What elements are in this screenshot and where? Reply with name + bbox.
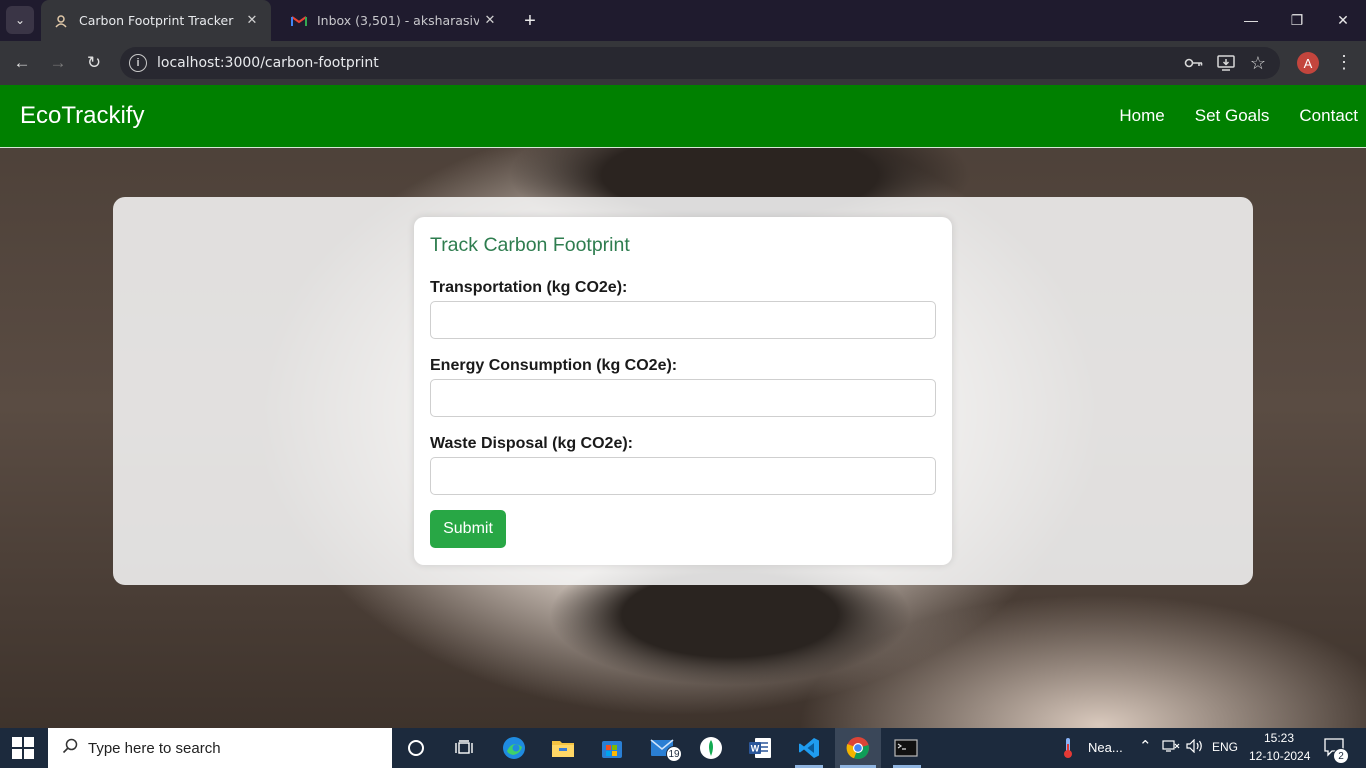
reload-icon[interactable]: ↻ xyxy=(80,49,108,77)
submit-button[interactable]: Submit xyxy=(430,510,506,548)
install-app-icon[interactable] xyxy=(1214,51,1238,75)
bookmark-star-icon[interactable]: ☆ xyxy=(1246,51,1270,75)
transportation-label: Transportation (kg CO2e): xyxy=(430,279,628,296)
tab-carbon-footprint-tracker[interactable]: Carbon Footprint Tracker ✕ xyxy=(41,0,271,41)
windows-start-icon[interactable] xyxy=(12,737,36,759)
weather-thermometer-icon[interactable] xyxy=(1053,734,1083,762)
person-favicon-icon xyxy=(53,13,69,29)
site-navbar: EcoTrackify Home Set Goals Contact xyxy=(0,85,1366,148)
tab-close-icon[interactable]: ✕ xyxy=(241,13,263,28)
cortana-icon[interactable] xyxy=(401,734,431,762)
key-icon[interactable] xyxy=(1182,51,1206,75)
show-hidden-icons-chevron-up-icon[interactable]: ⌃ xyxy=(1139,737,1152,755)
microsoft-store-icon[interactable] xyxy=(597,734,627,762)
notification-count-badge: 2 xyxy=(1333,748,1349,764)
minimize-icon[interactable]: — xyxy=(1236,6,1266,34)
edge-browser-icon[interactable] xyxy=(499,734,529,762)
gmail-icon xyxy=(291,13,307,29)
browser-toolbar: ← → ↻ i localhost:3000/carbon-footprint … xyxy=(0,41,1366,85)
profile-avatar[interactable]: A xyxy=(1297,52,1319,74)
chevron-down-icon: ⌄ xyxy=(14,13,26,27)
brand-logo-text[interactable]: EcoTrackify xyxy=(20,102,144,130)
search-placeholder: Type here to search xyxy=(88,739,221,757)
waste-disposal-input[interactable] xyxy=(430,457,936,495)
forward-arrow-icon[interactable]: → xyxy=(44,49,72,77)
volume-icon[interactable] xyxy=(1186,738,1204,756)
nav-link-set-goals[interactable]: Set Goals xyxy=(1195,106,1270,126)
nav-link-home[interactable]: Home xyxy=(1119,106,1164,126)
windows-taskbar: Type here to search 19 W Nea... ⌃ ENG 15… xyxy=(0,728,1366,768)
tab-gmail-inbox[interactable]: Inbox (3,501) - aksharasivan200 ✕ xyxy=(279,0,509,41)
browser-tab-bar: ⌄ Carbon Footprint Tracker ✕ Inbox (3,50… xyxy=(0,0,1366,41)
address-bar[interactable]: i localhost:3000/carbon-footprint xyxy=(120,47,1280,79)
svg-text:W: W xyxy=(751,744,760,754)
mongodb-compass-icon[interactable] xyxy=(696,734,726,762)
tab-title: Carbon Footprint Tracker xyxy=(79,13,234,28)
transportation-input[interactable] xyxy=(430,301,936,339)
taskbar-search-box[interactable]: Type here to search xyxy=(48,728,392,768)
url-text[interactable]: localhost:3000/carbon-footprint xyxy=(157,55,379,71)
more-menu-icon[interactable]: ⋮ xyxy=(1334,50,1354,74)
task-view-icon[interactable] xyxy=(449,734,479,762)
word-icon[interactable]: W xyxy=(745,734,775,762)
footprint-form-card: Track Carbon Footprint Transportation (k… xyxy=(414,217,952,565)
language-indicator[interactable]: ENG xyxy=(1212,740,1238,754)
energy-consumption-label: Energy Consumption (kg CO2e): xyxy=(430,357,678,374)
terminal-icon[interactable] xyxy=(891,734,921,762)
nav-links: Home Set Goals Contact xyxy=(1089,106,1358,126)
clock-time[interactable]: 15:23 xyxy=(1264,731,1294,745)
tab-close-icon[interactable]: ✕ xyxy=(479,13,501,28)
site-info-icon[interactable]: i xyxy=(129,54,147,72)
tab-search-button[interactable]: ⌄ xyxy=(6,6,34,34)
clock-date[interactable]: 12-10-2024 xyxy=(1249,749,1310,763)
network-icon[interactable] xyxy=(1162,739,1180,756)
vscode-icon[interactable] xyxy=(794,734,824,762)
weather-text[interactable]: Nea... xyxy=(1088,740,1123,755)
energy-consumption-input[interactable] xyxy=(430,379,936,417)
nav-link-contact[interactable]: Contact xyxy=(1299,106,1358,126)
mail-unread-badge: 19 xyxy=(666,746,682,762)
search-icon xyxy=(62,738,82,759)
back-arrow-icon[interactable]: ← xyxy=(8,49,36,77)
new-tab-plus-icon[interactable]: + xyxy=(518,9,542,33)
page-viewport: EcoTrackify Home Set Goals Contact Track… xyxy=(0,85,1366,728)
file-explorer-icon[interactable] xyxy=(548,734,578,762)
tab-title: Inbox (3,501) - aksharasivan200 xyxy=(317,13,479,28)
waste-disposal-label: Waste Disposal (kg CO2e): xyxy=(430,435,634,452)
form-title: Track Carbon Footprint xyxy=(430,234,630,256)
close-window-icon[interactable]: ✕ xyxy=(1328,6,1358,34)
chrome-icon[interactable] xyxy=(843,734,873,762)
restore-icon[interactable]: ❐ xyxy=(1282,6,1312,34)
